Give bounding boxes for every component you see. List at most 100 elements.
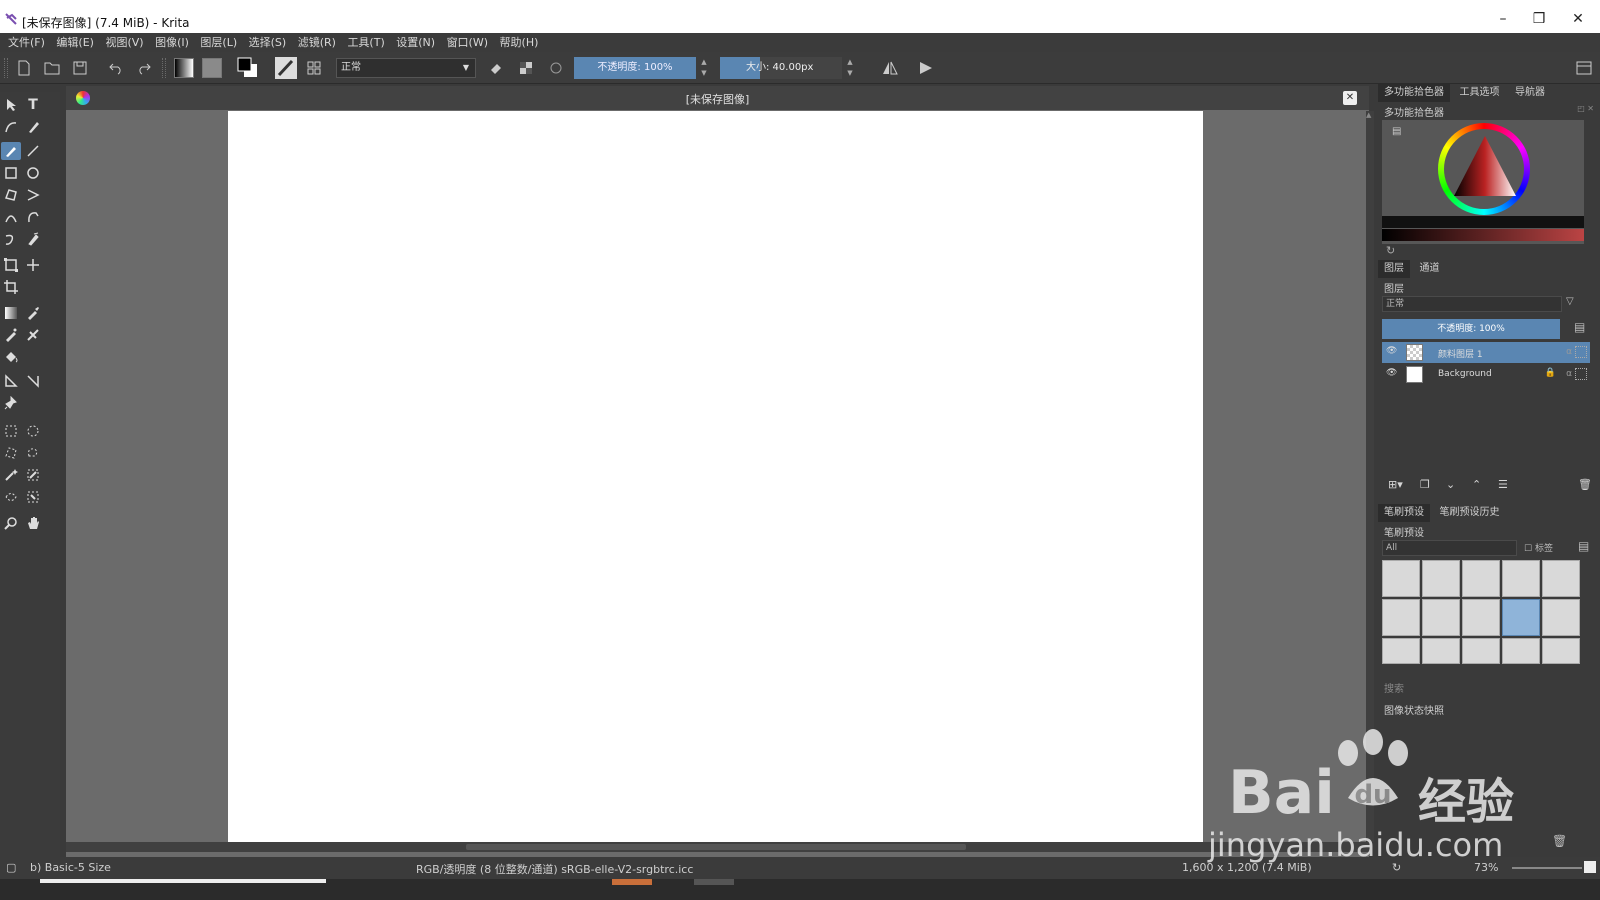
zoom-tool[interactable] [1, 514, 21, 532]
vertical-scrollbar[interactable]: ▲ [1366, 111, 1374, 842]
pan-tool[interactable] [23, 514, 43, 532]
menu-view[interactable]: 视图(V) [105, 33, 143, 52]
crop-tool[interactable] [1, 278, 21, 296]
edit-shapes-tool[interactable] [1, 118, 21, 136]
layer-properties-icon[interactable]: ▤ [1574, 320, 1585, 334]
bezier-tool[interactable] [1, 208, 21, 226]
shade-bar-1[interactable] [1382, 216, 1584, 228]
zoom-slider[interactable] [1512, 867, 1582, 869]
freehand-path-tool[interactable] [23, 208, 43, 226]
open-document-button[interactable] [40, 56, 64, 80]
layer-opacity-slider[interactable]: 不透明度: 100% [1382, 319, 1560, 339]
ellipse-selection-tool[interactable] [23, 422, 43, 440]
layer-row[interactable]: 👁 颜料图层 1 α [1382, 342, 1590, 363]
brush-preset-selected[interactable] [1502, 599, 1540, 636]
shade-bar-2[interactable] [1382, 229, 1584, 241]
brush-preset[interactable] [1422, 638, 1460, 664]
minimize-button[interactable]: – [1488, 8, 1518, 30]
multibrush-tool[interactable] [23, 230, 43, 248]
toolbar-handle[interactable] [4, 58, 8, 78]
dynamic-brush-tool[interactable] [1, 230, 21, 248]
similar-color-selection-tool[interactable] [23, 466, 43, 484]
save-button[interactable] [68, 56, 92, 80]
freehand-selection-tool[interactable] [23, 444, 43, 462]
brush-preset[interactable] [1542, 560, 1580, 597]
gradient-selector[interactable] [172, 56, 196, 80]
horizontal-scrollbar[interactable] [66, 842, 1369, 852]
menu-window[interactable]: 窗口(W) [447, 33, 488, 52]
magnetic-selection-tool[interactable] [23, 488, 43, 506]
brush-editor-button[interactable] [274, 56, 298, 80]
tab-channels[interactable]: 通道 [1414, 260, 1446, 278]
polyline-tool[interactable] [23, 186, 43, 204]
refresh-icon[interactable]: ↻ [1386, 244, 1395, 257]
reference-images-tool[interactable] [1, 394, 21, 412]
tab-layers[interactable]: 图层 [1378, 260, 1410, 278]
smart-patch-tool[interactable] [23, 326, 43, 344]
menu-file[interactable]: 文件(F) [8, 33, 45, 52]
eye-icon[interactable]: 👁 [1386, 368, 1397, 378]
delete-layer-button[interactable]: 🗑 [1578, 478, 1592, 491]
menu-settings[interactable]: 设置(N) [396, 33, 435, 52]
brush-preset[interactable] [1542, 599, 1580, 636]
polygon-selection-tool[interactable] [1, 444, 21, 462]
close-document-button[interactable]: ✕ [1343, 91, 1357, 105]
rotation-icon[interactable]: ↻ [1392, 861, 1401, 874]
line-tool[interactable] [23, 142, 43, 160]
settings-icon[interactable]: ▤ [1392, 126, 1401, 137]
zoom-fit-button[interactable] [1584, 861, 1596, 873]
opacity-slider[interactable]: 不透明度: 100% [574, 57, 696, 79]
text-tool[interactable]: T [23, 96, 43, 114]
mirror-horizontal-button[interactable] [878, 56, 902, 80]
brush-filter-select[interactable]: All [1382, 540, 1517, 556]
menu-edit[interactable]: 编辑(E) [56, 33, 94, 52]
move-layer-down-button[interactable]: ⌄ [1446, 478, 1455, 491]
add-layer-button[interactable]: ⊞▾ [1388, 478, 1403, 491]
brush-preset[interactable] [1382, 599, 1420, 636]
rectangle-tool[interactable] [1, 164, 21, 182]
redo-button[interactable] [132, 56, 156, 80]
dock-float-close-icon[interactable]: ◰ ✕ [1577, 104, 1594, 113]
filter-icon[interactable]: ▽ [1566, 296, 1574, 307]
brush-preset[interactable] [1422, 560, 1460, 597]
move-tool[interactable] [23, 256, 43, 274]
brush-presets-button[interactable] [302, 56, 326, 80]
duplicate-layer-button[interactable]: ❐ [1420, 478, 1430, 491]
select-shapes-tool[interactable] [1, 96, 21, 114]
scroll-up-icon[interactable]: ▲ [1366, 111, 1371, 119]
brush-view-icon[interactable]: ▤ [1578, 539, 1589, 553]
tab-brush-history[interactable]: 笔刷预设历史 [1434, 504, 1506, 522]
alpha-icon[interactable]: α [1566, 369, 1572, 379]
ellipse-tool[interactable] [23, 164, 43, 182]
close-window-button[interactable]: ✕ [1563, 8, 1593, 30]
saturation-value-triangle[interactable] [1450, 134, 1520, 204]
eye-icon[interactable]: 👁 [1386, 346, 1397, 356]
mirror-vertical-button[interactable] [914, 56, 938, 80]
polygon-tool[interactable] [1, 186, 21, 204]
lock-icon[interactable]: 🔒 [1545, 368, 1556, 378]
calligraphy-tool[interactable] [23, 118, 43, 136]
colorize-mask-tool[interactable] [1, 326, 21, 344]
bezier-selection-tool[interactable] [1, 488, 21, 506]
measure-tool[interactable] [23, 372, 43, 390]
preserve-alpha-button[interactable] [514, 56, 538, 80]
tab-brush-presets[interactable]: 笔刷预设 [1378, 504, 1430, 522]
opacity-spinner[interactable]: ▲ ▼ [698, 57, 710, 79]
menu-select[interactable]: 选择(S) [249, 33, 287, 52]
gradient-tool[interactable] [1, 304, 21, 322]
assistant-tool[interactable] [1, 372, 21, 390]
blend-mode-select[interactable]: 正常 ▼ [336, 58, 476, 78]
brush-preset[interactable] [1502, 560, 1540, 597]
move-layer-up-button[interactable]: ⌃ [1472, 478, 1481, 491]
pattern-selector[interactable] [200, 56, 224, 80]
new-document-button[interactable] [12, 56, 36, 80]
tab-navigator[interactable]: 导航器 [1509, 84, 1551, 102]
brush-preset[interactable] [1462, 638, 1500, 664]
fg-bg-color-button[interactable] [236, 56, 260, 80]
layer-row[interactable]: 👁 Background 🔒 α [1382, 364, 1590, 385]
menu-help[interactable]: 帮助(H) [500, 33, 539, 52]
menu-filter[interactable]: 滤镜(R) [298, 33, 336, 52]
brush-preset[interactable] [1462, 599, 1500, 636]
trash-icon[interactable]: 🗑 [1552, 834, 1567, 848]
contiguous-selection-tool[interactable] [1, 466, 21, 484]
